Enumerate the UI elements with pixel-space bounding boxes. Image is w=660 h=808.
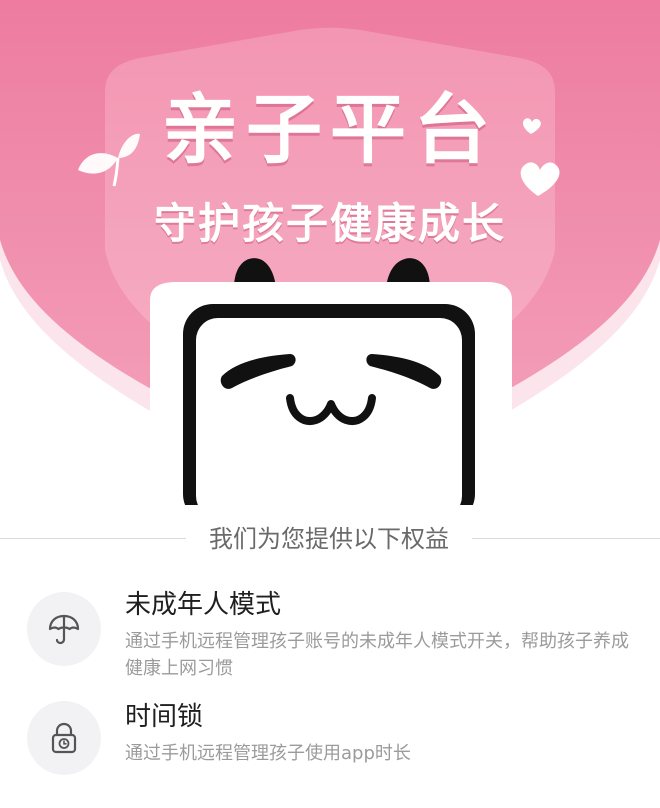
hero-illustration [0, 0, 660, 505]
hero-title: 亲子平台 [162, 85, 498, 174]
clock-lock-icon [27, 701, 101, 775]
benefit-description: 通过手机远程管理孩子账号的未成年人模式开关，帮助孩子养成健康上网习惯 [125, 631, 629, 679]
benefit-title: 未成年人模式 [125, 590, 282, 620]
benefit-description: 通过手机远程管理孩子使用app时长 [125, 743, 411, 764]
section-heading: 我们为您提供以下权益 [209, 525, 449, 553]
umbrella-icon [27, 592, 101, 666]
hero-banner: 亲子平台 守护孩子健康成长 [0, 0, 660, 505]
hero-subtitle: 守护孩子健康成长 [153, 199, 506, 248]
divider-line-left [0, 538, 186, 539]
divider-line-right [472, 538, 660, 539]
benefits-section-header: 我们为您提供以下权益 [0, 522, 660, 556]
benefit-title: 时间锁 [125, 702, 204, 732]
